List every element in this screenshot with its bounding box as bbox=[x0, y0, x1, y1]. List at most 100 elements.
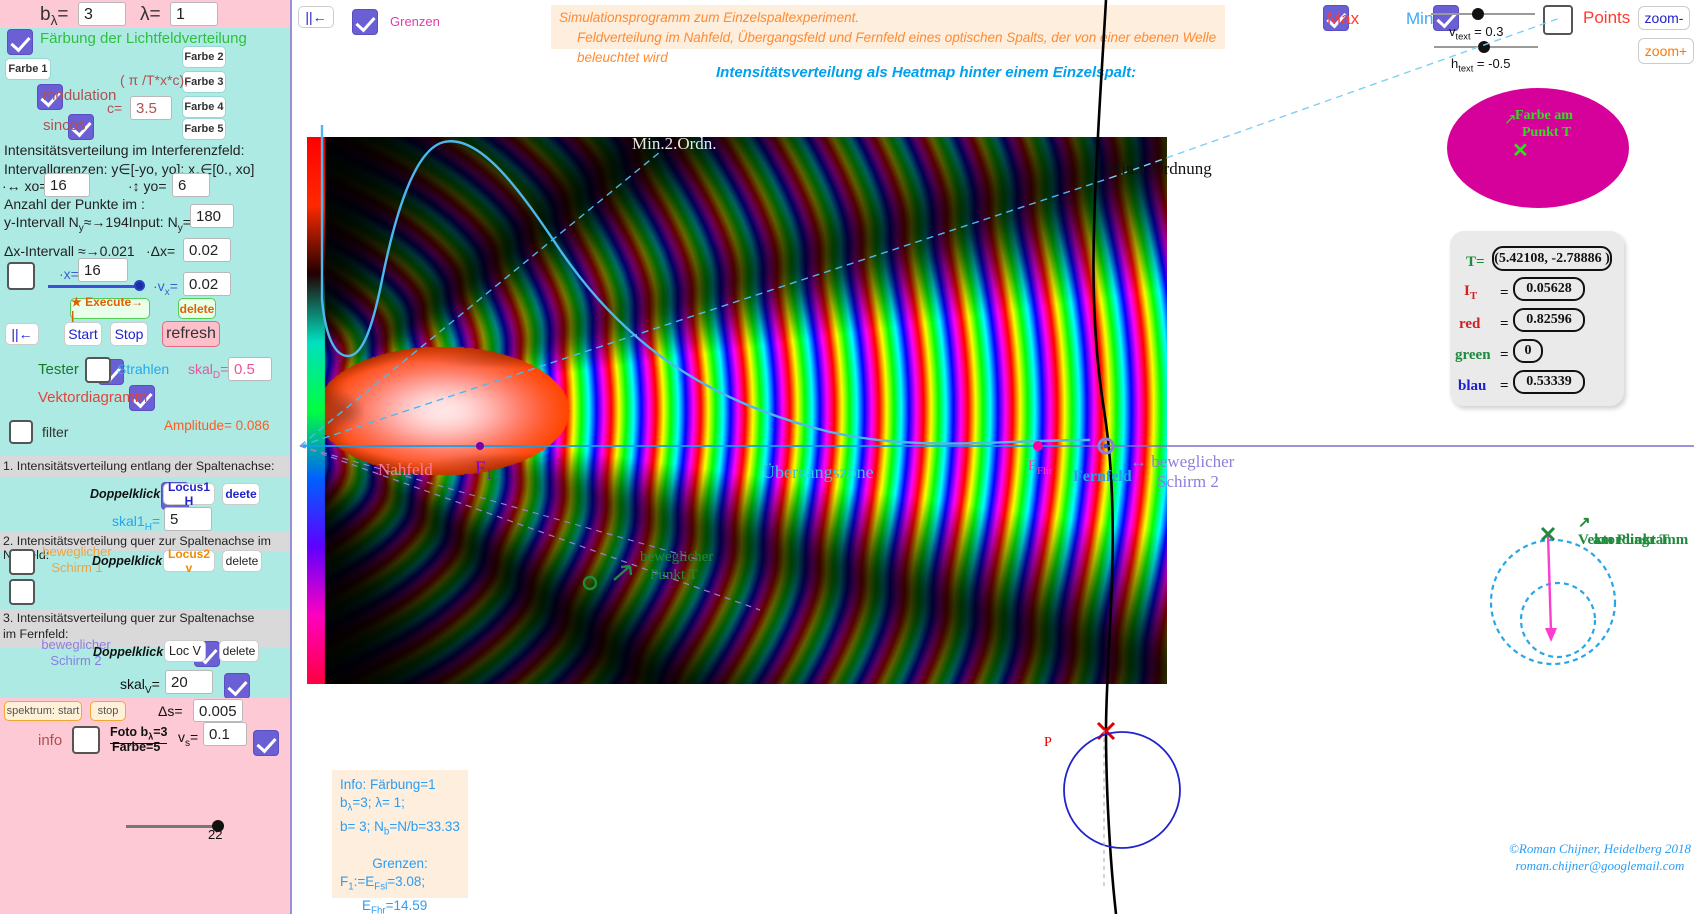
footer-line-2: roman.chijner@googlemail.com bbox=[1515, 858, 1685, 873]
marker-P-cross[interactable] bbox=[1096, 721, 1116, 741]
info-line-2-rest: =3; λ= 1; bbox=[352, 795, 405, 810]
strahlen-label: Strahlen bbox=[117, 361, 170, 377]
zoom-in-button[interactable]: zoom+ bbox=[1638, 38, 1694, 64]
skalD-input[interactable]: 0.5 bbox=[228, 357, 272, 381]
xo-input[interactable]: 16 bbox=[44, 173, 90, 197]
red-value: 0.82596 bbox=[1513, 308, 1585, 332]
punktT-label-a: beweglicher bbox=[640, 549, 714, 565]
farbe-3-button[interactable]: Farbe 3 bbox=[182, 71, 226, 93]
dx-label: ·Δx= bbox=[146, 243, 176, 259]
yo-input[interactable]: 6 bbox=[172, 173, 210, 197]
efhr-sub: Fhr bbox=[1037, 465, 1053, 477]
execute-button[interactable]: ★ Execute→ | bbox=[70, 295, 150, 323]
color-disc[interactable] bbox=[1447, 88, 1629, 208]
skalD-label: skalD= bbox=[188, 361, 228, 381]
heatmap-plot[interactable] bbox=[307, 137, 1167, 684]
checkbox-schirm1-alt[interactable] bbox=[9, 579, 35, 605]
pause-button-sidebar[interactable]: ||← bbox=[5, 323, 39, 345]
info-line-3-rest: =N/b=33.33 bbox=[389, 818, 460, 834]
xo-label: ·↔ xo= bbox=[2, 178, 48, 194]
farbe-4-button[interactable]: Farbe 4 bbox=[182, 96, 226, 118]
vector-inner-circle bbox=[1519, 581, 1597, 659]
vtext-eq: = 0.3 bbox=[1470, 24, 1504, 39]
ds-input[interactable]: 0.005 bbox=[193, 699, 243, 722]
deete-button[interactable]: deete bbox=[222, 483, 260, 505]
formula-label: ( π /T*x*c); bbox=[120, 72, 188, 88]
x-input[interactable]: 16 bbox=[78, 258, 128, 282]
t-value: (5.42108, -2.78886 ) bbox=[1492, 246, 1612, 271]
footer-line-1: ©Roman Chijner, Heidelberg 2018 bbox=[1509, 841, 1691, 856]
heatmap-canvas[interactable] bbox=[307, 137, 1167, 684]
x-slider-knob[interactable] bbox=[134, 280, 145, 291]
checkbox-x-animate[interactable] bbox=[7, 262, 35, 290]
min-label: Min bbox=[1406, 9, 1434, 28]
x-label: ·x= bbox=[59, 266, 79, 282]
color-disc-marker-icon: ✕ bbox=[1512, 140, 1529, 162]
locus1-h-button[interactable]: Locus1 H bbox=[163, 480, 215, 508]
dx-input[interactable]: 0.02 bbox=[183, 238, 231, 262]
vtext-slider-knob[interactable] bbox=[1472, 8, 1484, 20]
ds-label: Δs= bbox=[158, 703, 183, 719]
checkbox-skalV[interactable] bbox=[224, 673, 251, 699]
spektrum-stop-button[interactable]: stop bbox=[90, 701, 126, 721]
color-disc-label-a: Farbe am bbox=[1515, 108, 1573, 123]
loc-v-button[interactable]: Loc V bbox=[164, 640, 206, 662]
ny-interval-value: ≈→194 bbox=[83, 214, 129, 230]
vector-x-marker bbox=[1540, 526, 1556, 542]
ny-input[interactable]: 180 bbox=[190, 204, 234, 228]
efhr-label: EFhr bbox=[1028, 458, 1052, 477]
green-eq: = bbox=[1500, 347, 1509, 363]
delete-button-1[interactable]: delete bbox=[178, 298, 216, 319]
fernfeld-label: Fernfeld bbox=[1073, 468, 1132, 485]
skalV-eq: = bbox=[151, 676, 160, 692]
vs-input[interactable]: 0.1 bbox=[203, 722, 247, 746]
foto-a: Foto b bbox=[110, 725, 149, 739]
farbe-2-button[interactable]: Farbe 2 bbox=[182, 46, 226, 68]
vector-arrow-line bbox=[1546, 533, 1553, 633]
farbe-5-button[interactable]: Farbe 5 bbox=[182, 118, 226, 140]
ny-interval-a: y-Intervall N bbox=[4, 214, 79, 230]
checkbox-faerbung[interactable] bbox=[7, 29, 33, 55]
lambda-input[interactable]: 1 bbox=[170, 2, 218, 26]
f1-a: F bbox=[475, 458, 486, 479]
c-input[interactable]: 3.5 bbox=[130, 96, 172, 120]
stop-button[interactable]: Stop bbox=[110, 322, 148, 346]
delete-button-2[interactable]: delete bbox=[222, 550, 262, 572]
checkbox-grenzen[interactable] bbox=[352, 9, 378, 35]
info-line-2: bλ=3; λ= 1; bbox=[340, 794, 460, 818]
skal1H-input[interactable]: 5 bbox=[164, 507, 212, 531]
vs-eq: = bbox=[190, 729, 199, 745]
vs-label: vs= bbox=[178, 729, 198, 749]
skalV-a: skal bbox=[120, 676, 145, 692]
tester-label: Tester bbox=[38, 361, 79, 378]
start-button[interactable]: Start bbox=[64, 322, 102, 346]
b-eq: = bbox=[57, 4, 69, 25]
spektrum-start-button[interactable]: spektrum: start bbox=[4, 701, 82, 721]
points-label: Points bbox=[1583, 8, 1631, 27]
checkbox-strahlen[interactable] bbox=[85, 357, 111, 383]
red-eq: = bbox=[1500, 316, 1509, 332]
checkbox-points[interactable] bbox=[1543, 5, 1573, 35]
header-title-box: Simulationsprogramm zum Einzelspaltexper… bbox=[551, 5, 1225, 65]
b-lambda-input[interactable]: 3 bbox=[78, 2, 126, 26]
sidebar: bλ= 3 λ= 1 Färbung der Lichtfeldverteilu… bbox=[0, 0, 292, 914]
locus2-v-button[interactable]: Locus2 v bbox=[163, 547, 215, 575]
checkbox-foto[interactable] bbox=[72, 726, 100, 754]
ny-input-label: ·Input: Ny= bbox=[124, 214, 191, 234]
delete-button-3[interactable]: delete bbox=[219, 640, 259, 662]
refresh-button[interactable]: refresh bbox=[162, 321, 220, 347]
zoom-out-button[interactable]: zoom- bbox=[1638, 6, 1690, 30]
htext-slider-knob[interactable] bbox=[1478, 41, 1490, 53]
x-slider-track[interactable] bbox=[48, 285, 140, 288]
skalV-input[interactable]: 20 bbox=[165, 670, 213, 694]
checkbox-schirm1[interactable] bbox=[9, 549, 35, 575]
bottom-slider-track[interactable] bbox=[126, 825, 216, 828]
vx-input[interactable]: 0.02 bbox=[183, 272, 231, 296]
checkbox-info[interactable] bbox=[252, 730, 279, 756]
amplitude-label: Amplitude= 0.086 bbox=[164, 418, 270, 433]
checkbox-filter[interactable] bbox=[9, 420, 33, 444]
vtext-sub: text bbox=[1455, 31, 1471, 42]
htext-label: htext = -0.5 bbox=[1451, 56, 1511, 74]
farbe-1-button[interactable]: Farbe 1 bbox=[5, 58, 51, 80]
header-pause-button[interactable]: ||← bbox=[298, 6, 334, 28]
